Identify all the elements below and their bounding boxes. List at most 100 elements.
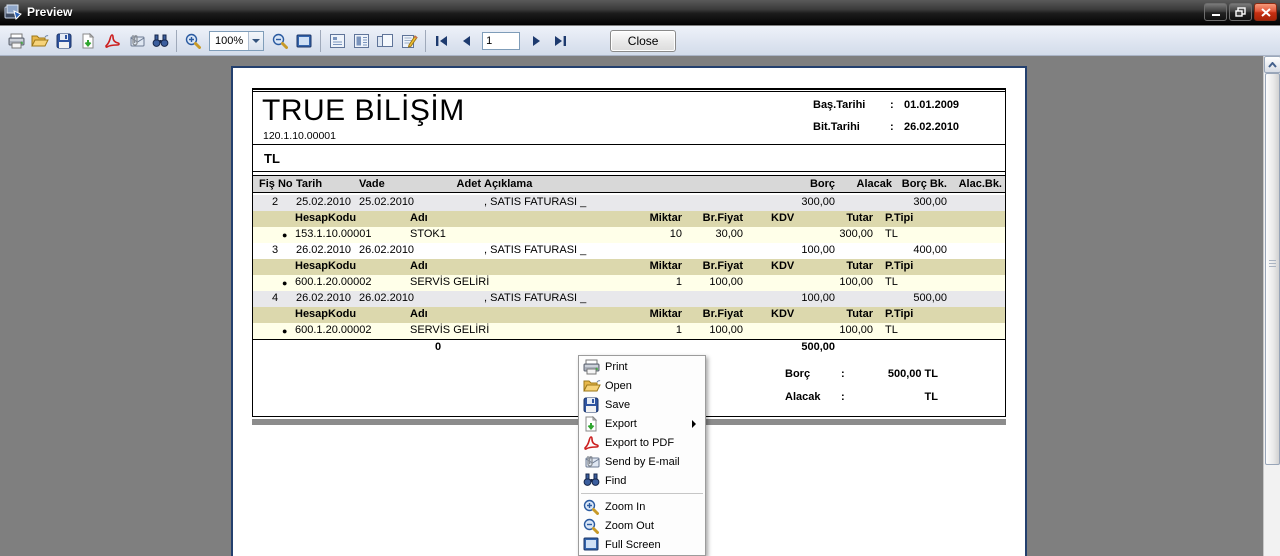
bullet-icon: ● (282, 230, 287, 240)
menu-item-full-screen[interactable]: Full Screen (579, 535, 705, 554)
start-date-value: 01.01.2009 (904, 99, 959, 111)
toolbar: 100% Close (0, 26, 1280, 56)
page-setup-icon (329, 33, 346, 49)
edit-page-button[interactable] (397, 29, 421, 53)
cell-aciklama: , SATIS FATURASI _ (484, 244, 586, 256)
cell-fis-no: 3 (259, 244, 291, 256)
chevron-down-icon[interactable] (248, 32, 263, 50)
zoom-in-icon (583, 499, 599, 515)
page-setup-button[interactable] (325, 29, 349, 53)
currency-section-title: TL (253, 145, 1005, 172)
full-screen-button[interactable] (292, 29, 316, 53)
voucher-row: 426.02.201026.02.2010, SATIS FATURASI _1… (253, 291, 1005, 307)
cell-tarih: 26.02.2010 (296, 292, 351, 304)
edit-page-icon (401, 33, 418, 49)
preview-close-button[interactable]: Close (610, 30, 676, 52)
next-page-button[interactable] (524, 29, 548, 53)
subheader-kdv: KDV (771, 308, 794, 320)
start-date-label: Baş.Tarihi (813, 99, 885, 111)
subheader-miktar: Miktar (650, 308, 682, 320)
menu-item-send-by-e-mail[interactable]: Send by E-mail (579, 452, 705, 471)
menu-item-export-to-pdf[interactable]: Export to PDF (579, 433, 705, 452)
close-icon (1261, 8, 1271, 17)
cell-br-fiyat: 30,00 (715, 228, 743, 240)
menu-item-label: Export to PDF (605, 437, 674, 449)
menu-item-export[interactable]: Export (579, 414, 705, 433)
report-table: Fiş NoTarihVadeAdetAçıklamaBorçAlacakBor… (253, 176, 1005, 356)
scrollbar-grip (1269, 260, 1276, 269)
restore-button[interactable] (1229, 3, 1252, 21)
zoom-in-button[interactable] (181, 29, 205, 53)
cell-aciklama: , SATIS FATURASI _ (484, 292, 586, 304)
export-button[interactable] (76, 29, 100, 53)
first-page-button[interactable] (430, 29, 454, 53)
cell-br-fiyat: 100,00 (709, 324, 743, 336)
print-button[interactable] (4, 29, 28, 53)
minimize-button[interactable] (1204, 3, 1227, 21)
subheader-tutar: Tutar (846, 308, 873, 320)
zoom-level-select[interactable]: 100% (209, 31, 264, 51)
cell-tutar: 100,00 (839, 324, 873, 336)
scrollbar-thumb[interactable] (1265, 73, 1280, 465)
cell-vade: 25.02.2010 (359, 196, 414, 208)
header-fis-no: Fiş No (259, 178, 291, 190)
cell-br-fiyat: 100,00 (709, 276, 743, 288)
voucher-row: 225.02.201025.02.2010, SATIS FATURASI _3… (253, 195, 1005, 211)
zoom-out-icon (583, 518, 599, 534)
menu-item-print[interactable]: Print (579, 357, 705, 376)
prev-page-button[interactable] (454, 29, 478, 53)
summary-alacak-value: TL (808, 391, 938, 403)
scroll-up-button[interactable] (1264, 56, 1280, 73)
context-menu: Print Open Save Export Export to PDF Send by … (578, 355, 706, 556)
cell-tarih: 25.02.2010 (296, 196, 351, 208)
menu-item-find[interactable]: Find (579, 471, 705, 490)
last-page-button[interactable] (548, 29, 572, 53)
subheader-hesap-kodu: HesapKodu (295, 260, 356, 272)
zoom-out-icon (272, 33, 288, 49)
menu-item-label: Open (605, 380, 632, 392)
save-icon (56, 33, 72, 49)
send-by-email-icon (128, 33, 145, 48)
close-button[interactable] (1254, 3, 1277, 21)
menu-item-open[interactable]: Open (579, 376, 705, 395)
continuous-view-button[interactable] (349, 29, 373, 53)
cell-miktar: 1 (676, 324, 682, 336)
header-tarih: Tarih (296, 178, 322, 190)
save-icon (583, 397, 599, 413)
bullet-icon: ● (282, 278, 287, 288)
menu-item-save[interactable]: Save (579, 395, 705, 414)
header-borc: Borç (810, 178, 835, 190)
app-icon (4, 4, 22, 20)
end-date-value: 26.02.2010 (904, 121, 959, 133)
find-icon (583, 473, 599, 489)
export-to-pdf-button[interactable] (100, 29, 124, 53)
find-button[interactable] (148, 29, 172, 53)
save-button[interactable] (52, 29, 76, 53)
preview-window: Preview 100% (0, 0, 1280, 556)
subheader-tutar: Tutar (846, 212, 873, 224)
open-button[interactable] (28, 29, 52, 53)
print-icon (583, 359, 599, 375)
menu-item-label: Save (605, 399, 630, 411)
send-by-email-icon (583, 454, 599, 470)
zoom-out-button[interactable] (268, 29, 292, 53)
cell-adi: SERVİS GELİRİ (410, 324, 489, 336)
menu-item-zoom-in[interactable]: Zoom In (579, 497, 705, 516)
cell-tutar: 300,00 (839, 228, 873, 240)
page-number-input[interactable] (482, 32, 520, 50)
detail-header-row: HesapKoduAdıMiktarBr.FiyatKDVTutarP.Tipi (253, 259, 1005, 275)
title-bar: Preview (0, 0, 1280, 25)
vertical-scrollbar[interactable] (1263, 56, 1280, 556)
menu-item-zoom-out[interactable]: Zoom Out (579, 516, 705, 535)
subheader-miktar: Miktar (650, 212, 682, 224)
cell-borc: 300,00 (801, 196, 835, 208)
minimize-icon (1211, 8, 1221, 17)
detail-row: ●153.1.10.00001STOK11030,00300,00TL (253, 227, 1005, 243)
subheader-hesap-kodu: HesapKodu (295, 308, 356, 320)
send-by-email-button[interactable] (124, 29, 148, 53)
cell-fis-no: 4 (259, 292, 291, 304)
header-aciklama: Açıklama (484, 178, 532, 190)
export-to-pdf-icon (104, 33, 120, 49)
cell-miktar: 1 (676, 276, 682, 288)
facing-pages-button[interactable] (373, 29, 397, 53)
